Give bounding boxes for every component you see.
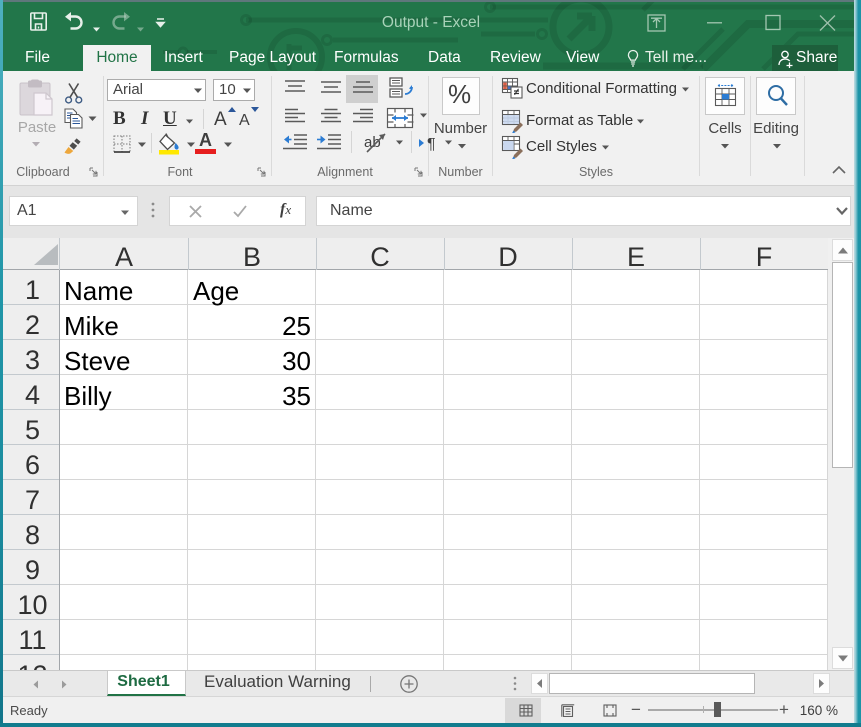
svg-text:¶: ¶ [427,136,436,153]
svg-text:ab: ab [364,134,381,151]
